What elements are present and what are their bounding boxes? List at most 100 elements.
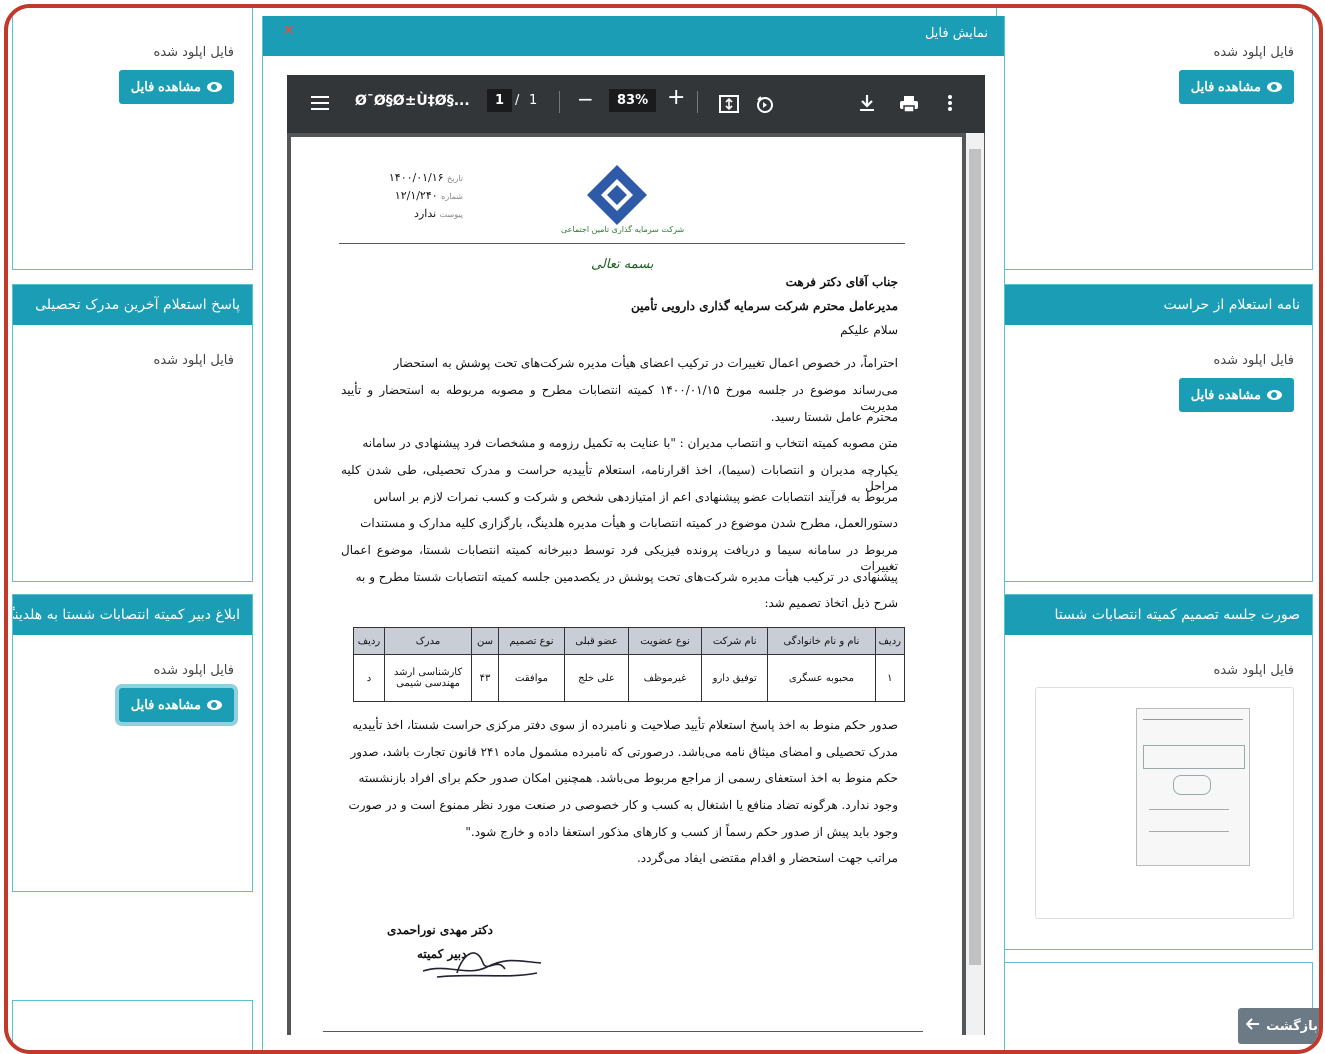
- uploaded-label: فایل اپلود شده: [153, 663, 234, 678]
- table-header: عضو قبلی: [564, 627, 629, 655]
- left-card-1: فایل اپلود شده مشاهده فایل: [12, 8, 253, 270]
- thumbnail-document: [1136, 708, 1250, 866]
- table-header: مدرک: [384, 627, 472, 655]
- bismillah: بسمه تعالی: [591, 257, 654, 272]
- download-icon[interactable]: [859, 94, 875, 116]
- right-card-1: فایل اپلود شده مشاهده فایل: [996, 8, 1313, 270]
- view-file-label: مشاهده فایل: [130, 697, 201, 712]
- toolbar-divider: [697, 91, 698, 113]
- body-line: وجود باید پیش از صدور حکم رسماً از کسب و…: [465, 825, 898, 839]
- uploaded-label: فایل اپلود شده: [1213, 45, 1294, 60]
- view-file-button[interactable]: مشاهده فایل: [1178, 70, 1294, 104]
- left-card-4: [12, 1000, 253, 1050]
- uploaded-label: فایل اپلود شده: [153, 353, 234, 368]
- modal-title: نمایش فایل: [924, 26, 988, 41]
- card-header: پاسخ استعلام آخرین مدرک تحصیلی: [13, 285, 252, 325]
- salutation-line-2: مدیرعامل محترم شرکت سرمایه گذاری دارویی …: [631, 299, 898, 313]
- rotate-icon[interactable]: [755, 94, 775, 118]
- app-frame: فایل اپلود شده مشاهده فایل پاسخ استعلام …: [4, 4, 1323, 1054]
- eye-icon: [207, 82, 222, 92]
- table-header: نام شرکت: [701, 627, 769, 655]
- body-line: احتراماً، در خصوص اعمال تغییرات در ترکیب…: [393, 356, 898, 370]
- file-viewer-modal: نمایش فایل × Ø¯Ø§Ø±Ù‡Ø§... 1 / 1 − 83% +: [262, 16, 1005, 1050]
- table-cell: ۴۳: [471, 654, 499, 702]
- table-cell: محبوبه عسگری: [767, 654, 876, 702]
- table-cell: غیرموظف: [627, 654, 703, 702]
- right-card-3: صورت جلسه تصمیم کمیته انتصابات شستا فایل…: [957, 594, 1313, 950]
- zoom-out-icon[interactable]: −: [577, 87, 594, 111]
- page-number-input[interactable]: 1: [487, 89, 513, 112]
- uploaded-label: فایل اپلود شده: [153, 45, 234, 60]
- pdf-scrollbar[interactable]: [966, 133, 984, 1035]
- pdf-viewer: Ø¯Ø§Ø±Ù‡Ø§... 1 / 1 − 83% + شرکت سرمایه …: [287, 75, 985, 1037]
- left-card-2: پاسخ استعلام آخرین مدرک تحصیلی فایل اپلو…: [12, 284, 253, 582]
- pdf-toolbar: Ø¯Ø§Ø±Ù‡Ø§... 1 / 1 − 83% +: [287, 75, 985, 133]
- left-card-3: ابلاغ دبیر کمیته انتصابات شستا به هلدینگ…: [12, 594, 253, 892]
- signature-image: [417, 933, 547, 987]
- menu-icon[interactable]: [311, 95, 329, 115]
- body-line: پیشنهادی در ترکیب هیأت مدیره شرکت‌های تح…: [355, 570, 898, 584]
- decision-table: ردیف نام و نام خانوادگی نام شرکت نوع عضو…: [353, 627, 906, 702]
- fit-page-icon[interactable]: [719, 95, 739, 117]
- letter-date: ۱۴۰۰/۰۱/۱۶: [388, 171, 444, 184]
- table-header: ردیف: [353, 627, 385, 655]
- card-header: صورت جلسه تصمیم کمیته انتصابات شستا: [997, 595, 1312, 635]
- card-header: نامه استعلام از حراست: [997, 285, 1312, 325]
- file-thumbnail[interactable]: [1035, 687, 1294, 919]
- number-label: شماره: [441, 192, 463, 201]
- body-line: مراتب جهت استحضار و اقدام مقتضی ایفاد می…: [636, 851, 898, 865]
- salutation-line-1: جناب آقای دکتر فرهت: [785, 275, 898, 289]
- back-button-label: بازگشت: [1266, 1018, 1318, 1034]
- back-button[interactable]: بازگشت: [1238, 1008, 1319, 1044]
- right-card-2: نامه استعلام از حراست فایل اپلود شده مشا…: [996, 284, 1313, 582]
- print-icon[interactable]: [899, 95, 919, 117]
- more-options-icon[interactable]: [947, 94, 953, 116]
- view-file-label: مشاهده فایل: [1190, 79, 1261, 94]
- body-line: صدور حکم منوط به اخذ پاسخ استعلام تأیید …: [352, 718, 898, 732]
- zoom-level[interactable]: 83%: [609, 89, 657, 112]
- view-file-button[interactable]: مشاهده فایل: [1178, 378, 1294, 412]
- table-cell: توفیق دارو: [701, 654, 769, 702]
- body-line: شرح ذیل اتخاذ تصمیم شد:: [764, 596, 898, 610]
- letterhead-divider: [339, 243, 905, 244]
- scrollbar-thumb[interactable]: [969, 149, 981, 965]
- table-header: ردیف: [874, 627, 906, 655]
- card-header: ابلاغ دبیر کمیته انتصابات شستا به هلدینگ: [13, 595, 252, 635]
- eye-icon: [207, 700, 222, 710]
- close-icon[interactable]: ×: [283, 22, 295, 38]
- table-cell: ۱: [874, 654, 906, 702]
- page-footer-divider: [323, 1031, 923, 1032]
- table-header: نوع تصمیم: [497, 627, 566, 655]
- body-line: محترم عامل شستا رسید.: [770, 410, 898, 424]
- table-header-row: ردیف نام و نام خانوادگی نام شرکت نوع عضو…: [353, 627, 906, 655]
- greeting: سلام علیکم: [840, 323, 898, 337]
- pdf-page: شرکت سرمایه گذاری تامین اجتماعی تاریخ ۱۴…: [291, 137, 962, 1037]
- letter-number: ۱۲/۱/۲۴۰: [394, 189, 438, 202]
- table-row: ۱ محبوبه عسگری توفیق دارو غیرموظف علی خل…: [353, 654, 906, 702]
- body-line: دستورالعمل، مطرح شدن موضوع در کمیته انتص…: [360, 516, 898, 530]
- table-cell: کارشناسی ارشد مهندسی شیمی: [384, 654, 472, 702]
- view-file-button[interactable]: مشاهده فایل: [118, 688, 234, 722]
- view-file-label: مشاهده فایل: [1190, 387, 1261, 402]
- modal-header: نمایش فایل ×: [263, 16, 1004, 56]
- pdf-page-area: شرکت سرمایه گذاری تامین اجتماعی تاریخ ۱۴…: [287, 133, 985, 1037]
- body-line: مربوط به فرآیند انتصابات عضو پیشنهادی اع…: [373, 490, 898, 504]
- body-line: متن مصوبه کمیته انتخاب و انتصاب مدیران :…: [362, 436, 898, 450]
- arrow-left-icon: [1245, 1018, 1260, 1034]
- zoom-in-icon[interactable]: +: [667, 85, 685, 110]
- company-logo: [587, 165, 647, 225]
- page-separator: /: [515, 93, 520, 108]
- pdf-filename: Ø¯Ø§Ø±Ù‡Ø§...: [355, 93, 470, 109]
- body-line: وجود ندارد. هرگونه تضاد منافع یا اشتغال …: [348, 798, 898, 812]
- uploaded-label: فایل اپلود شده: [1213, 663, 1294, 678]
- view-file-button[interactable]: مشاهده فایل: [118, 70, 234, 104]
- company-caption: شرکت سرمایه گذاری تامین اجتماعی: [561, 225, 685, 234]
- body-line: مدرک تحصیلی و امضای میثاق نامه می‌باشد. …: [350, 745, 898, 759]
- date-label: تاریخ: [447, 174, 463, 183]
- view-file-label: مشاهده فایل: [130, 79, 201, 94]
- toolbar-divider: [559, 91, 560, 113]
- letter-attachment: ندارد: [414, 207, 437, 220]
- table-cell: د: [353, 654, 385, 702]
- attachment-label: پیوست: [439, 210, 463, 219]
- body-line: حکم منوط به اخذ استعفای رسمی از مراجع مر…: [358, 771, 898, 785]
